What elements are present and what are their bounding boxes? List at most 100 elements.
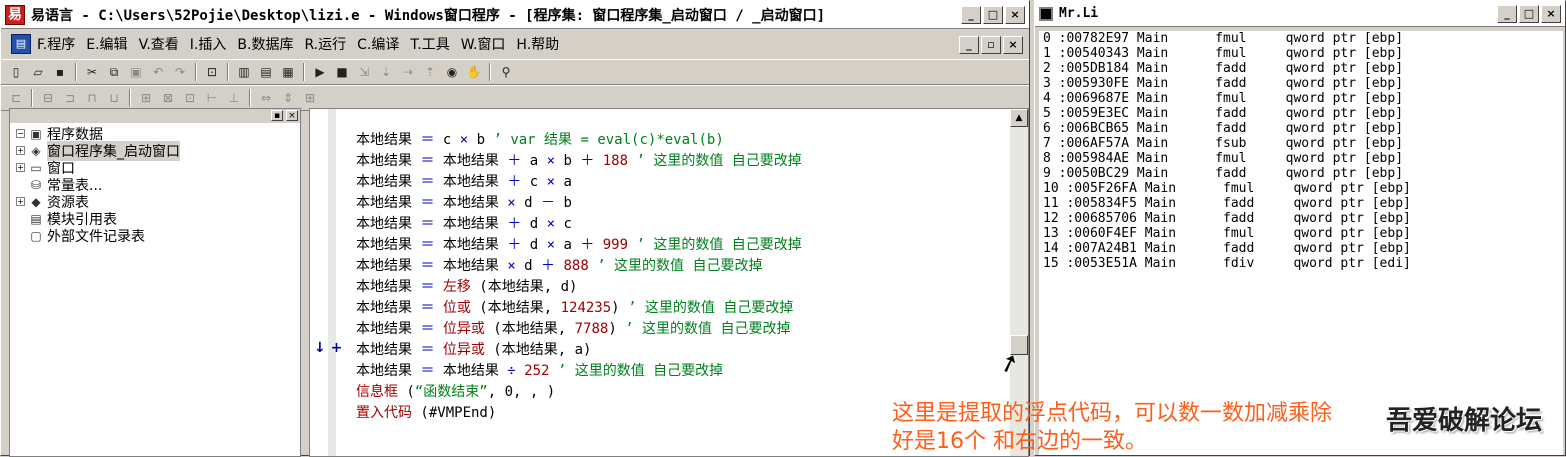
grid-icon[interactable]: ⊞ xyxy=(301,89,319,107)
list-item[interactable]: 13 :0060F4EF Main fmul qword ptr [ebp] xyxy=(1039,226,1563,241)
scroll-up-button[interactable]: ▲ xyxy=(1010,109,1028,127)
code-line[interactable]: 本地结果 ＝ 本地结果 ＋ d × a ＋ 999 ’ 这里的数值 自己要改掉 xyxy=(356,234,802,255)
menu-insert[interactable]: I.插入 xyxy=(190,34,227,54)
code-line[interactable]: 本地结果 ＝ c × b ’ var 结果 = eval(c)*eval(b) xyxy=(356,129,724,150)
mdi-minimize-button[interactable]: _ xyxy=(959,36,979,54)
code-token: ＝ xyxy=(420,153,435,169)
tree-item[interactable]: ▢ 外部文件记录表 xyxy=(16,227,300,245)
redo-icon[interactable]: ↷ xyxy=(171,63,189,81)
list-item[interactable]: 7 :006AF57A Main fsub qword ptr [ebp] xyxy=(1039,136,1563,151)
center-horizontal-icon[interactable]: ⇔ xyxy=(257,89,275,107)
code-line[interactable]: 置入代码 (#VMPEnd) xyxy=(356,402,496,423)
find-icon[interactable]: ⊡ xyxy=(203,63,221,81)
tree-item[interactable]: + ◈ 窗口程序集_启动窗口 xyxy=(16,140,300,161)
same-width-icon[interactable]: ⊞ xyxy=(137,89,155,107)
code-line[interactable]: 本地结果 ＝ 本地结果 ＋ a × b ＋ 188 ’ 这里的数值 自己要改掉 xyxy=(356,150,802,171)
new-file-icon[interactable]: ▯ xyxy=(7,63,25,81)
menu-tools[interactable]: T.工具 xyxy=(410,34,449,54)
code-line[interactable]: 本地结果 ＝ 本地结果 × d ＋ 888 ’ 这里的数值 自己要改掉 xyxy=(356,255,762,276)
mdi-close-button[interactable]: × xyxy=(1003,36,1023,54)
code-line[interactable]: 本地结果 ＝ 位或 (本地结果, 124235) ’ 这里的数值 自己要改掉 xyxy=(356,297,793,318)
menu-help[interactable]: H.帮助 xyxy=(516,34,559,54)
align-bottom-icon[interactable]: ⊔ xyxy=(105,89,123,107)
layout-view-1-icon[interactable]: ▥ xyxy=(235,63,253,81)
tree-item[interactable]: ⛁ 常量表... xyxy=(16,176,300,194)
paste-icon[interactable]: ▣ xyxy=(127,63,145,81)
tree-item[interactable]: + ◆ 资源表 xyxy=(16,193,300,211)
menu-compile[interactable]: C.编译 xyxy=(357,34,399,54)
undo-icon[interactable]: ↶ xyxy=(149,63,167,81)
mdi-restore-button[interactable]: ▫ xyxy=(981,36,1001,54)
align-center-icon[interactable]: ⊟ xyxy=(39,89,57,107)
document-icon[interactable]: ▤ xyxy=(11,34,31,54)
copy-icon[interactable]: ⧉ xyxy=(105,63,123,81)
cut-icon[interactable]: ✂ xyxy=(83,63,101,81)
list-item[interactable]: 9 :0050BC29 Main fadd qword ptr [ebp] xyxy=(1039,166,1563,181)
run-icon[interactable]: ▶ xyxy=(311,63,329,81)
list-item[interactable]: 10 :005F26FA Main fmul qword ptr [ebp] xyxy=(1039,181,1563,196)
tree-item[interactable]: − ▣ 程序数据 xyxy=(16,125,300,143)
maximize-button[interactable]: □ xyxy=(983,5,1003,24)
align-top-icon[interactable]: ⊓ xyxy=(83,89,101,107)
list-item[interactable]: 15 :0053E51A Main fdiv qword ptr [edi] xyxy=(1039,256,1563,271)
list-item[interactable]: 6 :006BCB65 Main fadd qword ptr [ebp] xyxy=(1039,121,1563,136)
tree-expander-icon[interactable]: + xyxy=(16,197,25,206)
code-line[interactable]: 本地结果 ＝ 左移 (本地结果, d) xyxy=(356,276,577,297)
hand-icon[interactable]: ✋ xyxy=(465,63,483,81)
list-item[interactable]: 8 :005984AE Main fmul qword ptr [ebp] xyxy=(1039,151,1563,166)
code-line[interactable]: 本地结果 ＝ 本地结果 × d － b xyxy=(356,192,572,213)
pane-close-icon[interactable]: × xyxy=(286,110,298,121)
minimize-button[interactable]: _ xyxy=(961,5,981,24)
result-minimize-button[interactable]: _ xyxy=(1497,4,1517,23)
stop-icon[interactable]: ■ xyxy=(333,63,351,81)
step-icon[interactable]: ⇲ xyxy=(355,63,373,81)
code-line[interactable]: 信息框 (“函数结束”, 0, , ) xyxy=(356,381,555,402)
tree-expander-icon[interactable]: + xyxy=(16,146,25,155)
list-item[interactable]: 3 :005930FE Main fadd qword ptr [ebp] xyxy=(1039,76,1563,91)
list-item[interactable]: 14 :007A24B1 Main fadd qword ptr [ebp] xyxy=(1039,241,1563,256)
code-line[interactable]: 本地结果 ＝ 本地结果 ＋ d × c xyxy=(356,213,572,234)
menu-program[interactable]: F.程序 xyxy=(37,34,75,54)
code-line[interactable]: 本地结果 ＝ 位异或 (本地结果, 7788) ’ 这里的数值 自己要改掉 xyxy=(356,318,790,339)
fpu-list[interactable]: 0 :00782E97 Main fmul qword ptr [ebp] 1 :… xyxy=(1039,31,1563,455)
code-line[interactable]: 本地结果 ＝ 本地结果 ÷ 252 ’ 这里的数值 自己要改掉 xyxy=(356,360,723,381)
same-size-icon[interactable]: ⊡ xyxy=(181,89,199,107)
step-into-icon[interactable]: ⇣ xyxy=(377,63,395,81)
pane-dock-icon[interactable]: ▪ xyxy=(271,110,283,121)
align-left-icon[interactable]: ⊏ xyxy=(7,89,25,107)
code-line[interactable]: 本地结果 ＝ 本地结果 ＋ c × a xyxy=(356,171,572,192)
tree-item[interactable]: + ▭ 窗口 xyxy=(16,159,300,177)
tree-expander-icon[interactable]: − xyxy=(16,129,25,138)
menu-edit[interactable]: E.编辑 xyxy=(86,34,127,54)
tree-expander-icon[interactable]: + xyxy=(16,163,25,172)
result-maximize-button[interactable]: □ xyxy=(1519,4,1539,23)
menu-run[interactable]: R.运行 xyxy=(304,34,346,54)
list-item[interactable]: 4 :0069687E Main fmul qword ptr [ebp] xyxy=(1039,91,1563,106)
space-vertical-icon[interactable]: ⊥ xyxy=(225,89,243,107)
list-item[interactable]: 11 :005834F5 Main fadd qword ptr [ebp] xyxy=(1039,196,1563,211)
list-item[interactable]: 2 :005DB184 Main fadd qword ptr [ebp] xyxy=(1039,61,1563,76)
list-item[interactable]: 1 :00540343 Main fmul qword ptr [ebp] xyxy=(1039,46,1563,61)
space-horizontal-icon[interactable]: ⊢ xyxy=(203,89,221,107)
result-close-button[interactable]: × xyxy=(1541,4,1561,23)
close-button[interactable]: × xyxy=(1005,5,1025,24)
align-right-icon[interactable]: ⊐ xyxy=(61,89,79,107)
binoculars-icon[interactable]: ⚲ xyxy=(497,63,515,81)
tree-item[interactable]: ▤ 模块引用表 xyxy=(16,210,300,228)
save-icon[interactable]: ▪ xyxy=(51,63,69,81)
code-line[interactable]: 本地结果 ＝ 位异或 (本地结果, a) xyxy=(356,339,591,360)
list-item[interactable]: 5 :0059E3EC Main fadd qword ptr [ebp] xyxy=(1039,106,1563,121)
breakpoint-icon[interactable]: ◉ xyxy=(443,63,461,81)
layout-view-3-icon[interactable]: ▦ xyxy=(279,63,297,81)
list-item[interactable]: 12 :00685706 Main fadd qword ptr [ebp] xyxy=(1039,211,1563,226)
center-vertical-icon[interactable]: ⇕ xyxy=(279,89,297,107)
menu-window[interactable]: W.窗口 xyxy=(461,34,506,54)
layout-view-2-icon[interactable]: ▤ xyxy=(257,63,275,81)
step-out-icon[interactable]: ⇡ xyxy=(421,63,439,81)
menu-view[interactable]: V.查看 xyxy=(139,34,179,54)
step-over-icon[interactable]: ⇢ xyxy=(399,63,417,81)
same-height-icon[interactable]: ⊠ xyxy=(159,89,177,107)
menu-database[interactable]: B.数据库 xyxy=(237,34,293,54)
open-folder-icon[interactable]: ▱ xyxy=(29,63,47,81)
list-item[interactable]: 0 :00782E97 Main fmul qword ptr [ebp] xyxy=(1039,31,1563,46)
